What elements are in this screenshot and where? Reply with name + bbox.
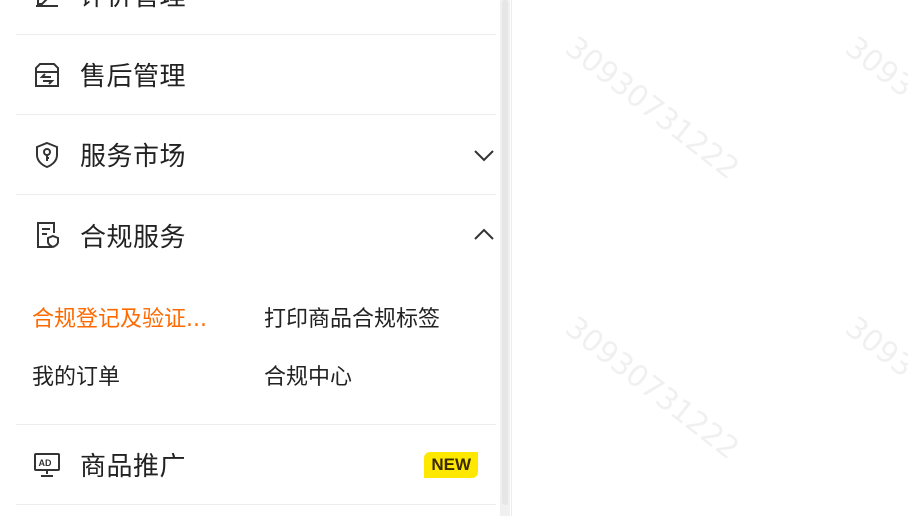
chevron-down-icon[interactable] xyxy=(472,143,496,167)
submenu-print-compliance-label[interactable]: 打印商品合规标签 xyxy=(264,301,440,333)
sidebar-item-aftersale[interactable]: 售后管理 xyxy=(16,35,496,115)
watermark: 30930731222 xyxy=(558,310,746,467)
watermark: 30930731222 xyxy=(838,310,908,467)
sidebar-item-reviews[interactable]: 评价管理 xyxy=(16,0,496,35)
document-shield-icon xyxy=(32,219,64,251)
sidebar-item-label: 评价管理 xyxy=(80,0,186,13)
panel-divider xyxy=(511,0,512,516)
sidebar-item-label: 售后管理 xyxy=(80,62,187,92)
sidebar-item-compliance[interactable]: 合规服务 xyxy=(16,195,496,275)
sidebar-menu: 评价管理 售后管理 服务市场 xyxy=(0,0,500,516)
sidebar-item-promotion[interactable]: AD 商品推广 NEW xyxy=(16,425,496,505)
sidebar-item-service-market[interactable]: 服务市场 xyxy=(16,115,496,195)
edit-icon xyxy=(32,0,64,11)
shield-key-icon xyxy=(32,139,64,171)
svg-text:AD: AD xyxy=(39,458,52,468)
scrollbar[interactable] xyxy=(500,0,510,516)
ad-screen-icon: AD xyxy=(32,449,64,481)
chevron-up-icon[interactable] xyxy=(472,223,496,247)
sidebar-item-label: 商品推广 xyxy=(80,452,187,482)
watermark: 30930731222 xyxy=(558,30,746,187)
return-box-icon xyxy=(32,59,64,91)
sidebar-item-label: 服务市场 xyxy=(80,142,187,172)
new-badge: NEW xyxy=(424,451,478,478)
submenu-compliance-center[interactable]: 合规中心 xyxy=(264,359,352,391)
sidebar-item-label: 合规服务 xyxy=(80,222,187,253)
submenu-my-orders[interactable]: 我的订单 xyxy=(32,359,120,391)
watermark: 30930731222 xyxy=(838,30,908,187)
scrollbar-thumb[interactable] xyxy=(502,0,508,505)
submenu-compliance-registration[interactable]: 合规登记及验证... xyxy=(32,301,207,333)
